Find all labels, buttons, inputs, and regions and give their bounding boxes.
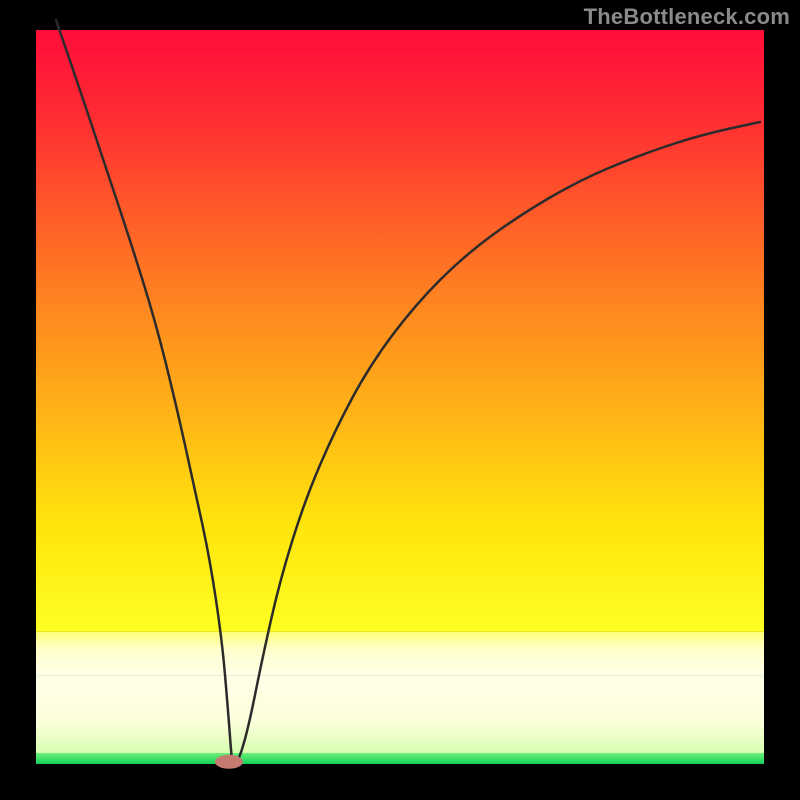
band-red-orange [36,30,764,632]
watermark-text: TheBottleneck.com [584,4,790,30]
bottleneck-chart [0,0,800,800]
band-green [36,753,764,764]
band-pale-yellow [36,676,764,753]
optimal-marker [215,755,243,769]
band-white [36,632,764,676]
outer-frame: TheBottleneck.com [0,0,800,800]
